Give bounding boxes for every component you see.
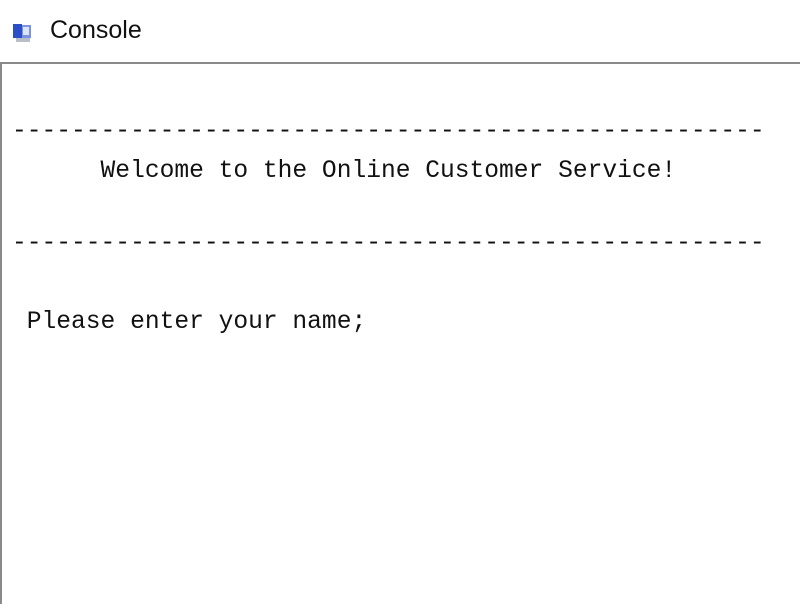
separator-line: ----------------------------------------… <box>12 118 765 145</box>
console-output[interactable]: ----------------------------------------… <box>0 62 800 604</box>
title-bar: Console <box>0 0 800 62</box>
welcome-message: Welcome to the Online Customer Service! <box>12 158 677 185</box>
separator-line: ----------------------------------------… <box>12 230 765 257</box>
window-title: Console <box>50 16 142 44</box>
name-prompt: Please enter your name; <box>12 309 367 336</box>
console-app-icon <box>12 22 34 44</box>
